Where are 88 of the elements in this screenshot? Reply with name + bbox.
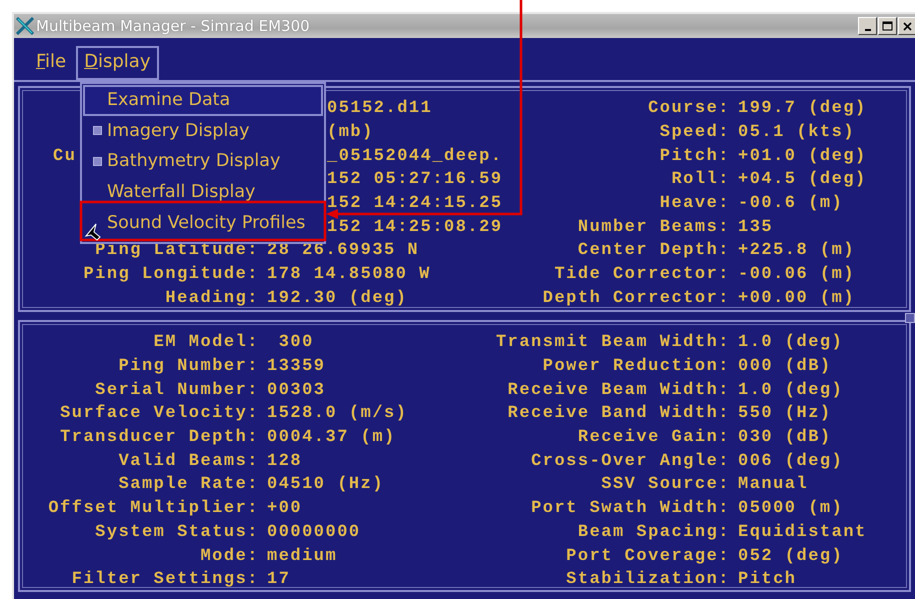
menu-item[interactable]: Bathymetry Display (83, 146, 323, 177)
minimize-icon (864, 28, 870, 30)
field-label: Heading: (164, 288, 260, 308)
field-value: 152 14:25:08.29 (327, 218, 503, 237)
field-value: +00.00 (m) (737, 288, 856, 308)
field-value: 05152.d11 (327, 99, 432, 118)
field-value: 0004.37 (m) (266, 428, 397, 448)
field-label: Power Reduction: (542, 357, 731, 376)
field-label: Tide Corrector: (553, 265, 731, 284)
field-label: Serial Number: (94, 380, 260, 400)
field-value: 550 (Hz) (737, 404, 833, 424)
field-value: 13359 (266, 357, 327, 376)
mouse-cursor-icon (84, 224, 101, 241)
field-label: SSV Source: (600, 475, 731, 494)
field-value: 1.0 (deg) (737, 380, 844, 400)
field-value: -00.06 (m) (737, 265, 856, 284)
field-value: 05000 (m) (737, 499, 844, 518)
field-value: 000 (dB) (737, 357, 833, 376)
field-value: (mb) (327, 123, 374, 142)
field-value: 192.30 (deg) (266, 288, 408, 308)
field-label: Beam Spacing: (576, 522, 731, 542)
toggle-indicator-icon (93, 126, 102, 136)
field-value: 006 (deg) (737, 452, 844, 471)
field-label: Ping Longitude: (82, 265, 260, 284)
field-value: 152 05:27:16.59 (327, 170, 503, 190)
menu-title[interactable]: Display (76, 46, 158, 80)
field-value: 00303 (266, 380, 327, 400)
sash-handle[interactable] (905, 313, 915, 323)
field-label: Offset Multiplier: (47, 499, 260, 518)
field-label: Cross-Over Angle: (530, 452, 731, 471)
field-label: EM Model: (152, 333, 260, 352)
field-label: Valid Beams: (118, 452, 260, 471)
window-title: Multibeam Manager - Simrad EM300 (36, 17, 310, 35)
field-value: 300 (278, 333, 315, 352)
field-value: 128 (266, 452, 304, 471)
close-button[interactable] (898, 17, 915, 35)
field-label: Center Depth: (576, 241, 731, 260)
field-label: System Status: (94, 522, 260, 542)
field-value: 030 (dB) (737, 428, 833, 448)
field-value: +04.5 (deg) (737, 170, 868, 190)
field-value: 152 14:24:15.25 (327, 194, 503, 214)
field-label: Transducer Depth: (59, 428, 260, 448)
field-label: Course: (647, 99, 731, 118)
field-value: Manual (737, 475, 810, 494)
field-label: Receive Beam Width: (506, 380, 731, 400)
field-value: _05152044_deep. (327, 146, 503, 166)
field-value: +225.8 (m) (737, 241, 856, 260)
field-label: Receive Gain: (576, 428, 731, 448)
menu-title[interactable]: File (28, 46, 74, 80)
field-label: Receive Band Width: (506, 404, 731, 424)
field-value: 05.1 (kts) (737, 123, 856, 142)
field-label: Port Coverage: (565, 546, 731, 566)
field-value: 178 14.85080 W (266, 265, 432, 284)
field-label: Sample Rate: (118, 475, 260, 494)
field-value: 052 (deg) (737, 546, 844, 566)
field-label: Speed: (658, 123, 731, 142)
menu-item[interactable]: Sound Velocity Profiles (83, 207, 323, 238)
field-value: -00.6 (m) (737, 194, 844, 214)
close-icon (902, 22, 912, 30)
field-value: 1.0 (deg) (737, 333, 844, 352)
menu-item[interactable]: Imagery Display (83, 116, 323, 146)
app-logo-icon (16, 17, 34, 35)
field-value: 199.7 (deg) (737, 99, 868, 118)
field-value: 1528.0 (m/s) (266, 404, 408, 424)
field-label: Mode: (199, 546, 260, 566)
field-value: 00000000 (266, 522, 362, 542)
field-label: Cu (53, 146, 76, 166)
field-label: Port Swath Width: (530, 499, 731, 518)
field-value: Equidistant (737, 522, 868, 542)
field-value: Pitch (737, 570, 798, 590)
field-label: Filter Settings: (70, 570, 260, 590)
maximize-button[interactable] (878, 17, 897, 35)
field-value: +01.0 (deg) (737, 146, 868, 166)
field-value: +00 (266, 499, 304, 518)
field-label: Transmit Beam Width: (494, 333, 731, 352)
toggle-indicator-icon (93, 156, 102, 166)
maximize-icon (882, 21, 893, 31)
field-value: medium (266, 546, 338, 566)
field-label: Surface Velocity: (59, 404, 260, 424)
field-value: 17 (266, 570, 292, 590)
field-label: Stabilization: (565, 570, 731, 590)
menu-item[interactable]: Examine Data (83, 85, 323, 116)
minimize-button[interactable] (858, 17, 877, 35)
field-value: 04510 (Hz) (266, 475, 386, 494)
field-label: Ping Number: (118, 357, 260, 376)
menu-item[interactable]: Waterfall Display (83, 176, 323, 208)
field-label: Depth Corrector: (542, 288, 731, 308)
field-value: 135 (737, 218, 774, 237)
